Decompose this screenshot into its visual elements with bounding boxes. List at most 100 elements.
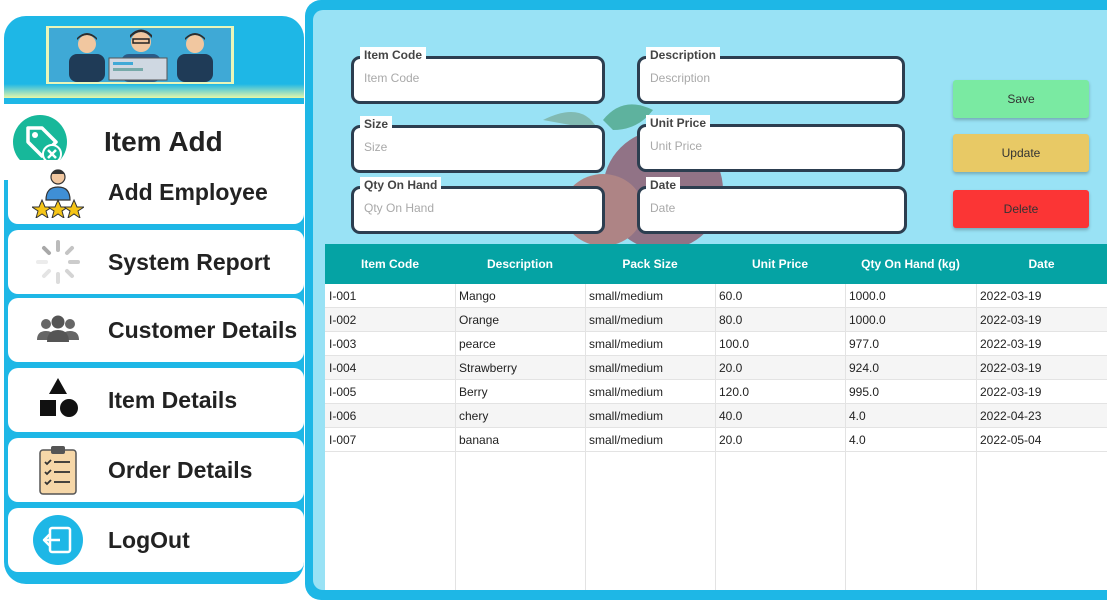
column-header[interactable]: Unit Price [715,244,845,284]
sidebar-item-item-details[interactable]: Item Details [8,368,304,432]
table-cell: 60.0 [719,289,743,303]
table-row[interactable]: I-005 Berry small/medium 120.0 995.0 2022-03-… [325,380,1107,404]
description-input[interactable] [650,71,860,85]
loading-spinner-icon [32,236,84,288]
sidebar-item-order-details[interactable]: Order Details [8,438,304,502]
sidebar-item-label: LogOut [108,527,190,553]
banner-glow [4,84,304,98]
form-area: Item Code Description Size Unit Price Qt… [313,10,1107,590]
table-cell: 2022-03-19 [980,385,1042,399]
table-cell: 20.0 [719,433,743,447]
table-cell: small/medium [589,289,664,303]
table-cell: banana [459,433,500,447]
table-cell: 120.0 [719,385,750,399]
column-divider [715,284,716,590]
table-cell: Berry [459,385,488,399]
table-cell: 4.0 [849,433,866,447]
sidebar-item-add-employee[interactable]: Add Employee [8,160,304,224]
table-cell: 2022-03-19 [980,289,1042,303]
unit-price-label: Unit Price [646,115,711,131]
table-row[interactable]: I-002 Orange small/medium 80.0 1000.0 2022-03… [325,308,1107,332]
table-cell: 40.0 [719,409,743,423]
items-table: Item Code Description Pack Size Unit Price Q… [325,244,1107,590]
banner [46,26,234,84]
column-header[interactable]: Description [455,244,585,284]
table-header: Item Code Description Pack Size Unit Price Q… [325,244,1107,284]
unit-price-field: Unit Price [637,115,905,172]
item-code-field: Item Code [351,47,605,104]
save-button[interactable]: Save [953,80,1089,118]
description-field: Description [637,47,905,104]
table-cell: I-006 [329,409,357,423]
table-cell: I-007 [329,433,357,447]
column-divider [585,284,586,590]
sidebar-item-customer-details[interactable]: Customer Details [8,298,304,362]
table-cell: 2022-05-04 [980,433,1042,447]
sidebar-item-label: Item Details [108,387,238,413]
unit-price-input[interactable] [650,139,860,153]
table-cell: small/medium [589,361,664,375]
date-field: Date [637,177,907,234]
update-button[interactable]: Update [953,134,1089,172]
table-cell: small/medium [589,337,664,351]
delete-button[interactable]: Delete [953,190,1089,228]
item-code-input[interactable] [364,71,563,85]
table-cell: small/medium [589,433,664,447]
qty-on-hand-label: Qty On Hand [360,177,442,193]
size-input[interactable] [364,140,563,154]
table-row[interactable]: I-004 Strawberry small/medium 20.0 924.0 2022… [325,356,1107,380]
table-cell: 2022-03-19 [980,337,1042,351]
table-cell: small/medium [589,385,664,399]
table-cell: Mango [459,289,496,303]
table-cell: I-002 [329,313,357,327]
table-cell: Orange [459,313,500,327]
size-field: Size [351,116,605,173]
qty-on-hand-input[interactable] [364,201,563,215]
table-cell: 924.0 [849,361,880,375]
table-cell: 2022-03-19 [980,361,1042,375]
column-header[interactable]: Qty On Hand (kg) [845,244,976,284]
logout-icon [32,514,84,566]
column-header[interactable]: Date [976,244,1107,284]
size-label: Size [360,116,393,132]
sidebar-item-system-report[interactable]: System Report [8,230,304,294]
table-cell: 1000.0 [849,313,886,327]
sidebar-item-label: Item Add [104,126,223,157]
column-header[interactable]: Item Code [325,244,455,284]
table-cell: 977.0 [849,337,880,351]
table-cell: I-005 [329,385,357,399]
date-label: Date [646,177,681,193]
column-header[interactable]: Pack Size [585,244,715,284]
qty-on-hand-field: Qty On Hand [351,177,605,234]
sidebar-item-logout[interactable]: LogOut [8,508,304,572]
shapes-icon [32,374,84,426]
table-cell: 4.0 [849,409,866,423]
table-cell: small/medium [589,409,664,423]
main-panel: Item Code Description Size Unit Price Qt… [305,0,1107,600]
sidebar-item-label: Customer Details [108,317,298,343]
table-cell: small/medium [589,313,664,327]
table-row[interactable]: I-001 Mango small/medium 60.0 1000.0 2022-03-… [325,284,1107,308]
table-cell: 2022-04-23 [980,409,1042,423]
clipboard-checklist-icon [32,444,84,496]
date-input[interactable] [650,201,862,215]
sidebar-item-label: Add Employee [108,179,268,205]
table-cell: 995.0 [849,385,880,399]
table-cell: I-003 [329,337,357,351]
table-row[interactable]: I-007 banana small/medium 20.0 4.0 2022-05-04 [325,428,1107,452]
table-cell: 80.0 [719,313,743,327]
table-row[interactable]: I-006 chery small/medium 40.0 4.0 2022-04-23 [325,404,1107,428]
users-group-icon [32,304,84,356]
table-cell: 100.0 [719,337,750,351]
table-cell: I-004 [329,361,357,375]
sidebar-item-label: Order Details [108,457,253,483]
description-label: Description [646,47,721,63]
team-illustration-image [49,28,231,82]
table-row[interactable]: I-003 pearce small/medium 100.0 977.0 2022-03… [325,332,1107,356]
item-code-label: Item Code [360,47,427,63]
column-divider [455,284,456,590]
table-cell: 2022-03-19 [980,313,1042,327]
table-cell: pearce [459,337,496,351]
column-divider [845,284,846,590]
table-cell: 1000.0 [849,289,886,303]
